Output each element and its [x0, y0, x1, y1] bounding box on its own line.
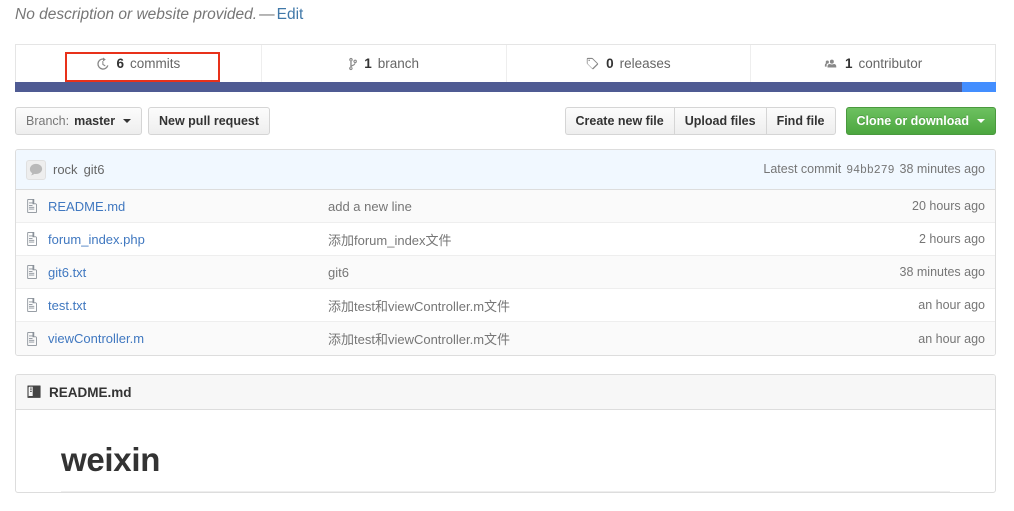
file-icon: [26, 199, 40, 213]
branch-name-label: master: [74, 114, 116, 128]
readme-header: README.md: [16, 375, 995, 410]
sidebar-item-branches[interactable]: 1 branch: [260, 45, 506, 82]
file-name-link[interactable]: forum_index.php: [48, 232, 328, 247]
file-commit-message[interactable]: 添加forum_index文件: [328, 230, 919, 249]
readme-content: weixin: [16, 410, 995, 492]
description-dash: —: [259, 6, 275, 23]
tag-icon: [585, 57, 600, 71]
language-segment-objective-c: [961, 82, 996, 92]
book-icon: [26, 385, 42, 399]
commit-message[interactable]: git6: [84, 162, 105, 177]
find-file-button[interactable]: Find file: [765, 107, 836, 135]
chevron-down-icon: [977, 119, 985, 123]
avatar: [26, 159, 46, 180]
file-commit-age: 20 hours ago: [912, 199, 985, 213]
file-commit-message[interactable]: git6: [328, 265, 900, 280]
file-commit-age: an hour ago: [918, 298, 985, 312]
branch-prefix-label: Branch:: [26, 114, 70, 128]
description-text: No description or website provided.: [15, 6, 258, 23]
repository-page: No description or website provided. — Edit…: [0, 0, 1014, 511]
readme-panel: README.md weixin: [15, 374, 996, 493]
table-row[interactable]: git6.txt git6 38 minutes ago: [16, 256, 995, 289]
repository-content: 6 commits 1 branch 0 releases 1 contribu…: [15, 44, 996, 493]
create-new-file-button[interactable]: Create new file: [564, 107, 674, 135]
file-icon: [26, 331, 40, 346]
table-row[interactable]: forum_index.php 添加forum_index文件 2 hours …: [16, 223, 995, 256]
table-row[interactable]: viewController.m 添加test和viewController.m…: [16, 322, 995, 355]
commits-label: commits: [130, 56, 181, 71]
file-icon: [26, 232, 40, 246]
file-commit-message[interactable]: add a new line: [328, 199, 912, 214]
releases-label: releases: [619, 56, 671, 71]
file-icon: [26, 298, 40, 312]
sidebar-item-commits[interactable]: 6 commits: [16, 45, 261, 82]
readme-title: README.md: [49, 384, 132, 400]
upload-files-button[interactable]: Upload files: [673, 107, 766, 135]
history-icon: [96, 56, 110, 71]
sidebar-item-releases[interactable]: 0 releases: [505, 45, 751, 82]
branches-count: 1: [364, 56, 372, 71]
commits-count: 6: [116, 56, 124, 71]
file-name-link[interactable]: viewController.m: [48, 331, 328, 346]
latest-commit-header: rock git6 Latest commit 94bb279 38 minut…: [16, 150, 995, 190]
table-row[interactable]: README.md add a new line 20 hours ago: [16, 190, 995, 223]
file-name-link[interactable]: README.md: [48, 199, 328, 214]
sidebar-item-contributors[interactable]: 1 contributor: [750, 45, 995, 82]
table-row[interactable]: test.txt 添加test和viewController.m文件 an ho…: [16, 289, 995, 322]
file-icon: [26, 265, 40, 279]
file-commit-message[interactable]: 添加test和viewController.m文件: [328, 329, 918, 348]
latest-commit-label: Latest commit: [763, 162, 842, 176]
releases-count: 0: [606, 56, 614, 71]
file-commit-age: 38 minutes ago: [899, 265, 985, 279]
commit-sha[interactable]: 94bb279: [846, 164, 894, 177]
file-name-link[interactable]: git6.txt: [48, 265, 328, 280]
new-pull-request-button[interactable]: New pull request: [148, 107, 271, 135]
readme-heading-rule: [61, 491, 950, 492]
file-commit-message[interactable]: 添加test和viewController.m文件: [328, 296, 918, 315]
repository-description: No description or website provided. — Edit: [15, 4, 303, 26]
language-segment-php: [15, 82, 962, 92]
branch-icon: [347, 57, 358, 71]
branch-selector-button[interactable]: Branch: master: [15, 107, 143, 135]
contributors-count: 1: [844, 56, 853, 71]
repository-toolbar: Branch: master New pull request Create n…: [15, 107, 996, 149]
commit-author[interactable]: rock: [53, 162, 78, 177]
edit-description-link[interactable]: Edit: [277, 6, 304, 23]
file-name-link[interactable]: test.txt: [48, 298, 328, 313]
file-commit-age: 2 hours ago: [918, 232, 985, 246]
file-actions-group: Create new file Upload files Find file: [564, 107, 836, 135]
latest-commit-meta: Latest commit 94bb279 38 minutes ago: [763, 162, 985, 177]
clone-or-download-button[interactable]: Clone or download: [845, 107, 996, 135]
file-list-table: rock git6 Latest commit 94bb279 38 minut…: [15, 149, 996, 356]
branches-label: branch: [377, 56, 420, 71]
readme-heading: weixin: [61, 441, 161, 478]
people-icon: [823, 57, 839, 71]
file-commit-age: an hour ago: [918, 331, 985, 346]
repository-stats-bar: 6 commits 1 branch 0 releases 1 contribu…: [15, 44, 996, 82]
language-bar: [15, 82, 996, 92]
commit-age: 38 minutes ago: [899, 162, 985, 176]
toolbar-right-group: Create new file Upload files Find file C…: [564, 107, 996, 135]
clone-or-download-label: Clone or download: [856, 114, 970, 128]
chevron-down-icon: [123, 119, 132, 123]
contributors-label: contributor: [858, 56, 923, 71]
